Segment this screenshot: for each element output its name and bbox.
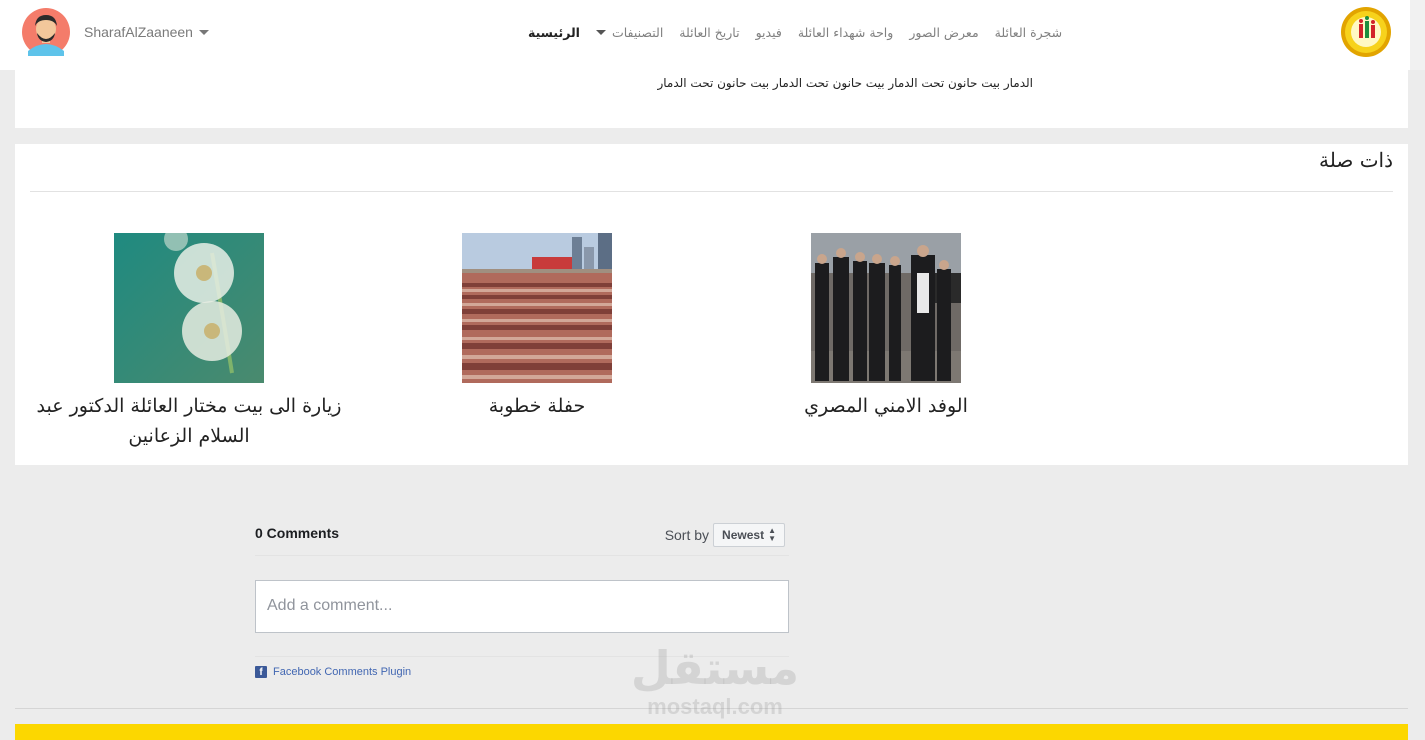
related-post-card[interactable]: الوفد الامني المصري [721,233,1051,421]
divider [255,656,789,657]
nav-link-home[interactable]: الرئيسية [520,25,588,40]
related-posts-card: ذات صلة الوفد الامني المصري حفلة خطوبة ز… [15,144,1408,465]
nav-link-family-history[interactable]: تاريخ العائلة [671,25,747,40]
user-menu[interactable]: SharafAlZaaneen [16,7,209,57]
facebook-icon[interactable]: f [255,666,267,678]
watermark-latin: mostaql.com [647,694,783,719]
scrollbar-track[interactable] [1410,0,1425,70]
nav-link-label[interactable]: التصنيفات [612,25,663,40]
related-section-title: ذات صلة [1319,148,1393,172]
related-post-thumbnail[interactable] [462,233,612,383]
user-avatar[interactable] [16,7,76,57]
nav-link-video[interactable]: فيديو [748,25,790,40]
facebook-comments-plugin: 0 Comments Sort by Newest ▲ ▼ Add a comme… [255,518,789,678]
facebook-plugin-label[interactable]: Facebook Comments Plugin [273,666,411,678]
sort-selected-value[interactable]: Newest [722,528,764,542]
username-label[interactable]: SharafAlZaaneen [84,24,193,40]
related-post-title[interactable]: حفلة خطوبة [372,391,702,421]
article-tags-text: الدمار بيت حانون تحت الدمار بيت حانون تح… [657,76,1033,90]
sort-label: Sort by [664,527,710,543]
main-nav: الرئيسية التصنيفات تاريخ العائلة فيديو و… [520,0,1076,64]
sort-control: Sort by Newest ▲ ▼ [665,523,785,547]
updown-arrows-icon[interactable]: ▲ ▼ [768,527,776,543]
nav-link-label[interactable]: معرض الصور [909,25,978,40]
watermark-arabic: مستقل [630,641,800,695]
article-tags-card: الدمار بيت حانون تحت الدمار بيت حانون تح… [15,70,1408,128]
divider [15,708,1408,709]
related-post-card[interactable]: حفلة خطوبة [372,233,702,421]
nav-link-categories[interactable]: التصنيفات [588,25,671,40]
related-post-title[interactable]: زيارة الى بيت مختار العائلة الدكتور عبد … [24,391,354,451]
comments-header: 0 Comments Sort by Newest ▲ ▼ [255,518,789,556]
nav-link-label[interactable]: الرئيسية [528,25,580,40]
nav-link-label[interactable]: تاريخ العائلة [679,25,739,40]
nav-link-label[interactable]: فيديو [756,25,782,40]
chevron-down-icon[interactable] [595,29,606,35]
site-logo[interactable] [1340,6,1392,58]
top-navbar: SharafAlZaaneen الرئيسية التصنيفات تاريخ… [0,0,1410,70]
related-post-card[interactable]: زيارة الى بيت مختار العائلة الدكتور عبد … [24,233,354,451]
nav-link-label[interactable]: واحة شهداء العائلة [798,25,893,40]
divider [30,191,1393,192]
chevron-down-icon[interactable] [198,29,209,35]
sort-select[interactable]: Newest ▲ ▼ [713,523,785,547]
comments-count: 0 Comments [255,525,340,541]
add-comment-input[interactable]: Add a comment... [255,580,789,633]
footer-bar [15,724,1408,740]
nav-link-label[interactable]: شجرة العائلة [995,25,1062,40]
nav-link-gallery[interactable]: معرض الصور [901,25,986,40]
facebook-plugin-link[interactable]: f Facebook Comments Plugin [255,666,411,678]
watermark-logo: مستقل mostaql.com [620,640,810,730]
nav-link-martyrs[interactable]: واحة شهداء العائلة [790,25,901,40]
nav-link-family-tree[interactable]: شجرة العائلة [987,25,1070,40]
related-post-thumbnail[interactable] [811,233,961,383]
related-post-thumbnail[interactable] [114,233,264,383]
related-post-title[interactable]: الوفد الامني المصري [721,391,1051,421]
